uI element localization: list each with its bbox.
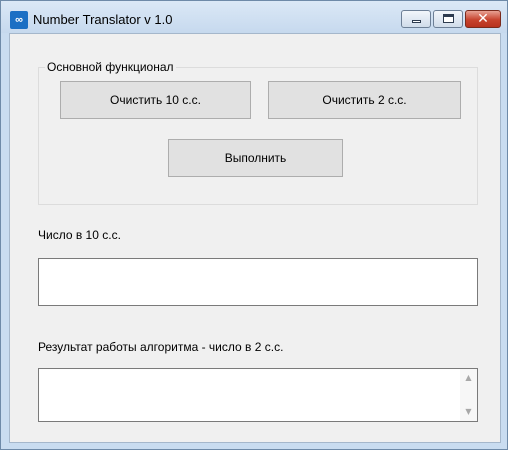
client-area: Основной функционал Очистить 10 с.с. Очи… [9, 33, 501, 443]
result-label: Результат работы алгоритма - число в 2 с… [38, 340, 284, 354]
scroll-up-icon[interactable]: ▲ [460, 370, 477, 386]
clear-decimal-button[interactable]: Очистить 10 с.с. [60, 81, 251, 119]
title-bar[interactable]: ∞ Number Translator v 1.0 ✕ [1, 1, 507, 33]
window-title: Number Translator v 1.0 [33, 12, 173, 27]
app-icon[interactable]: ∞ [10, 11, 28, 29]
decimal-input-field[interactable] [38, 258, 478, 306]
app-window: ∞ Number Translator v 1.0 ✕ Основной фун… [0, 0, 508, 450]
group-legend: Основной функционал [45, 60, 176, 74]
maximize-button[interactable] [433, 10, 463, 28]
main-functions-group: Основной функционал Очистить 10 с.с. Очи… [38, 60, 478, 205]
run-button[interactable]: Выполнить [168, 139, 343, 177]
result-scrollbar[interactable]: ▲ ▼ [460, 369, 477, 421]
scroll-down-icon[interactable]: ▼ [460, 404, 477, 420]
maximize-icon [443, 14, 454, 23]
clear-binary-button[interactable]: Очистить 2 с.с. [268, 81, 461, 119]
result-output-field[interactable]: ▲ ▼ [38, 368, 478, 422]
minimize-button[interactable] [401, 10, 431, 28]
minimize-icon [412, 20, 421, 23]
close-button[interactable]: ✕ [465, 10, 501, 28]
close-icon: ✕ [477, 11, 489, 27]
decimal-input-label: Число в 10 с.с. [38, 228, 121, 242]
